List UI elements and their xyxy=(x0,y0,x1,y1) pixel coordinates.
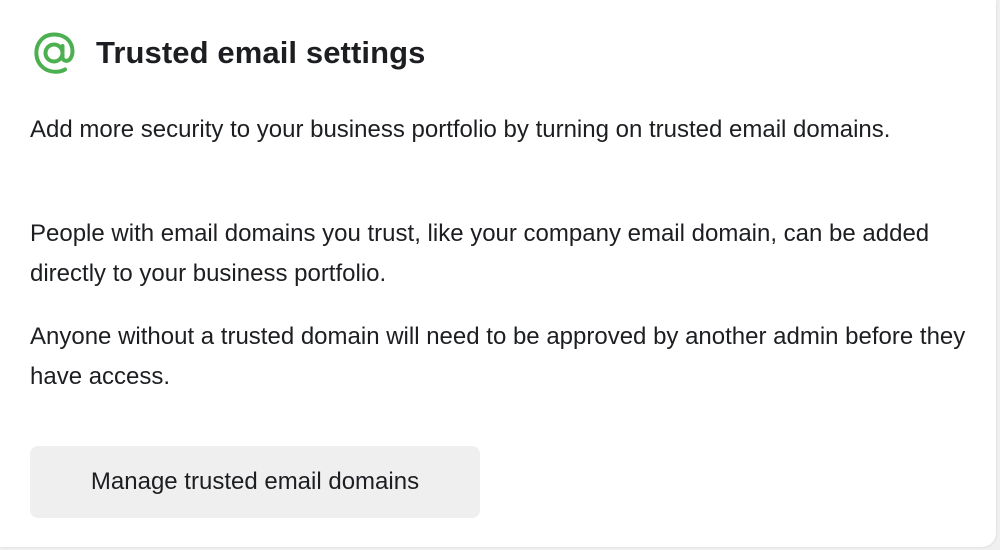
description-paragraph-2: People with email domains you trust, lik… xyxy=(30,220,930,287)
description-paragraph-3: Anyone without a trusted domain will nee… xyxy=(30,323,966,390)
manage-trusted-email-domains-button[interactable]: Manage trusted email domains xyxy=(30,446,480,518)
at-sign-icon xyxy=(30,28,80,78)
card-header: Trusted email settings xyxy=(30,28,426,78)
description-paragraph-1: Add more security to your business portf… xyxy=(30,116,891,143)
trusted-email-settings-card: Trusted email settings Add more security… xyxy=(0,0,996,547)
card-title: Trusted email settings xyxy=(96,35,426,70)
page: Trusted email settings Add more security… xyxy=(0,0,1000,550)
